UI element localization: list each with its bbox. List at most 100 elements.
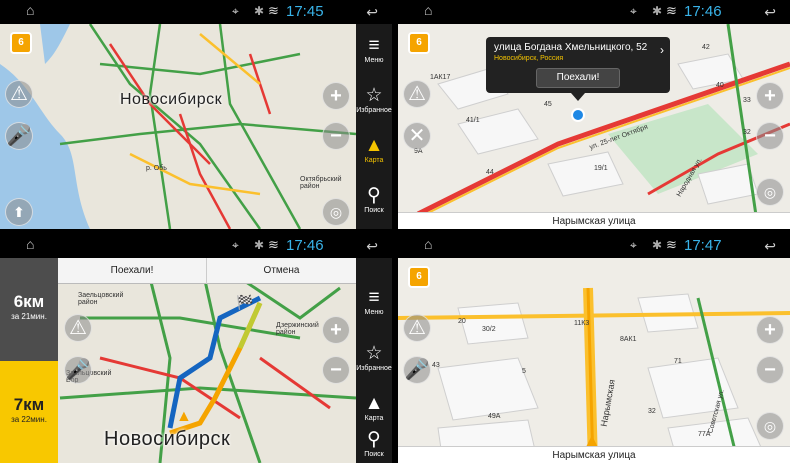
wifi-icon: ≋ — [268, 3, 279, 18]
back-nav-icon[interactable]: ↩ — [764, 4, 776, 21]
sidebar-item-map[interactable]: ▲ Карта — [356, 394, 392, 423]
location-pin-icon[interactable] — [571, 108, 585, 122]
building-number: 41/1 — [466, 117, 480, 124]
sidebar-item-favorites[interactable]: ☆ Избранное — [356, 343, 392, 373]
star-icon: ☆ — [365, 85, 383, 106]
close-button[interactable]: ✕ — [403, 122, 431, 150]
zoom-in-button[interactable]: + — [322, 316, 350, 344]
current-street-bar: Нарымская улица — [398, 212, 790, 229]
map-view[interactable]: Новосибирск р. Обь Октябрьский район 6 ⚠… — [0, 24, 392, 229]
sidebar-item-favorites[interactable]: ☆ Избранное — [356, 85, 392, 115]
address-popup: улица Богдана Хмельницкого, 52 Новосибир… — [486, 37, 670, 93]
sidebar-item-menu[interactable]: ≡ Меню — [356, 287, 392, 317]
zoom-out-button[interactable]: − — [756, 122, 784, 150]
gps-icon: ⌖ — [630, 4, 637, 18]
building-number: 42 — [702, 44, 710, 51]
back-nav-icon[interactable]: ↩ — [764, 238, 776, 255]
popup-subtitle: Новосибирск, Россия — [494, 55, 564, 62]
sidebar: ≡ Меню ☆ Избранное ▲ Карта ⚲ Поиск — [356, 258, 392, 463]
building-number: 33 — [743, 97, 751, 104]
map-view[interactable]: Новосибирск Заельцовский район Дзержинск… — [0, 258, 392, 463]
my-location-button[interactable]: ◎ — [756, 412, 784, 440]
traffic-level-icon[interactable]: 6 — [408, 266, 430, 288]
traffic-toggle-button[interactable]: ⚠ — [64, 314, 92, 342]
chevron-right-icon[interactable]: › — [660, 43, 664, 57]
wifi-icon: ≋ — [268, 237, 279, 252]
star-icon: ☆ — [365, 343, 383, 364]
bluetooth-icon: ✱ — [652, 238, 663, 252]
my-location-button[interactable]: ◎ — [756, 178, 784, 206]
cancel-button[interactable]: Отмена — [207, 258, 356, 284]
home-nav-icon[interactable]: ⌂ — [424, 236, 432, 252]
route-distance: 7км — [13, 395, 45, 414]
building-number: 19/1 — [594, 165, 608, 172]
compass-button[interactable]: ⬆ — [5, 198, 33, 226]
status-bar: ⌂ ⌖ ✱ ≋ 17:47 ↩ — [398, 234, 790, 258]
back-nav-icon[interactable]: ↩ — [366, 4, 378, 21]
clock: 17:45 — [286, 3, 324, 20]
building-number: 8АК1 — [620, 336, 637, 343]
bluetooth-icon: ✱ — [254, 238, 265, 252]
gps-icon: ⌖ — [232, 4, 239, 18]
route-time: за 21мин. — [11, 312, 47, 321]
building-number: 44 — [486, 169, 494, 176]
menu-icon: ≡ — [368, 35, 380, 56]
building-number: 30/2 — [482, 326, 496, 333]
district-label: Заельцовский район — [78, 292, 124, 306]
traffic-toggle-button[interactable]: ⚠ — [403, 80, 431, 108]
sidebar-item-search[interactable]: ⚲ Поиск — [356, 430, 392, 459]
go-button[interactable]: Поехали! — [58, 258, 207, 284]
go-button[interactable]: Поехали! — [536, 68, 620, 88]
clock: 17:46 — [286, 237, 324, 254]
home-nav-icon[interactable]: ⌂ — [424, 2, 432, 18]
building-number: 5 — [522, 368, 526, 375]
back-nav-icon[interactable]: ↩ — [366, 238, 378, 255]
route-time: за 22мин. — [11, 415, 47, 424]
zoom-out-button[interactable]: − — [322, 122, 350, 150]
navigation-arrow-icon: ▲ — [364, 135, 384, 156]
building-number: 71 — [674, 358, 682, 365]
home-nav-icon[interactable]: ⌂ — [26, 236, 34, 252]
district-label: Октябрьский район — [300, 176, 342, 190]
voice-search-button[interactable]: 🎤 — [64, 356, 92, 384]
building-number: 20 — [458, 318, 466, 325]
river-label: р. Обь — [146, 165, 167, 172]
zoom-in-button[interactable]: + — [322, 82, 350, 110]
screen-3d-navigation: ⌂ ⌖ ✱ ≋ 17:47 ↩ 20 30/2 11К3 8АК1 5 43 4… — [398, 234, 790, 463]
building-number: 45 — [544, 101, 552, 108]
clock: 17:47 — [684, 237, 722, 254]
home-nav-icon[interactable]: ⌂ — [26, 2, 34, 18]
sidebar-item-search[interactable]: ⚲ Поиск — [356, 185, 392, 215]
building-number: 1АК17 — [430, 74, 451, 81]
route-option[interactable]: 6км за 21мин. — [0, 258, 58, 361]
screen-address-popup: ⌂ ⌖ ✱ ≋ 17:46 ↩ 1АК17 45 41/1 40 33 32 1… — [398, 0, 790, 229]
route-action-bar: Поехали! Отмена — [58, 258, 356, 284]
zoom-in-button[interactable]: + — [756, 82, 784, 110]
traffic-toggle-button[interactable]: ⚠ — [403, 314, 431, 342]
route-distance: 6км — [13, 292, 45, 311]
voice-search-button[interactable]: 🎤 — [403, 356, 431, 384]
city-label: Новосибирск — [104, 428, 231, 450]
sidebar-item-menu[interactable]: ≡ Меню — [356, 35, 392, 65]
status-bar: ⌂ ⌖ ✱ ≋ 17:45 ↩ — [0, 0, 392, 24]
traffic-toggle-button[interactable]: ⚠ — [5, 80, 33, 108]
sidebar-item-map[interactable]: ▲ Карта — [356, 135, 392, 165]
search-icon: ⚲ — [367, 185, 381, 206]
traffic-level-icon[interactable]: 6 — [408, 32, 430, 54]
bluetooth-icon: ✱ — [254, 4, 265, 18]
zoom-out-button[interactable]: − — [756, 356, 784, 384]
screen-route-options: ⌂ ⌖ ✱ ≋ 17:46 ↩ Новосибирск Заельцовский… — [0, 234, 392, 463]
zoom-out-button[interactable]: − — [322, 356, 350, 384]
building-number: 49А — [488, 413, 501, 420]
traffic-level-icon[interactable]: 6 — [10, 32, 32, 54]
bluetooth-icon: ✱ — [652, 4, 663, 18]
gps-icon: ⌖ — [232, 238, 239, 252]
map-view[interactable]: 20 30/2 11К3 8АК1 5 43 49А 77А 71 32 Нар… — [398, 258, 790, 463]
voice-search-button[interactable]: 🎤 — [5, 122, 33, 150]
zoom-in-button[interactable]: + — [756, 316, 784, 344]
route-option-selected[interactable]: 7км за 22мин. — [0, 361, 58, 463]
status-bar: ⌂ ⌖ ✱ ≋ 17:46 ↩ — [398, 0, 790, 24]
my-location-button[interactable]: ◎ — [322, 198, 350, 226]
menu-icon: ≡ — [368, 287, 380, 308]
building-number: 40 — [716, 82, 724, 89]
